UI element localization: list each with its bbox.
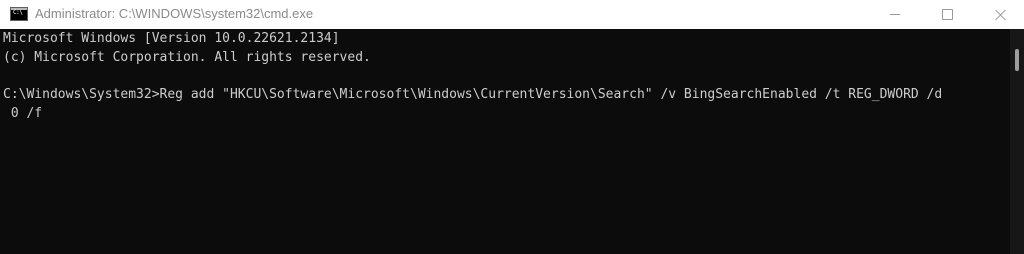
console-command-continuation: 0 /f [3,106,43,121]
window-title: Administrator: C:\WINDOWS\system32\cmd.e… [35,6,314,21]
console-output[interactable]: Microsoft Windows [Version 10.0.22621.21… [0,29,1010,254]
vertical-scrollbar[interactable] [1010,29,1024,254]
maximize-button[interactable] [924,0,970,29]
cmd-window: C:\ Administrator: C:\WINDOWS\system32\c… [0,0,1024,254]
icon-label: C:\ [13,9,23,16]
scrollbar-thumb[interactable] [1015,49,1019,71]
cmd-icon[interactable]: C:\ [10,7,28,21]
minimize-button[interactable] [872,0,918,29]
console-command-line: C:\Windows\System32>Reg add "HKCU\Softwa… [3,87,943,102]
console-line: (c) Microsoft Corporation. All rights re… [3,50,371,65]
minimize-icon [890,14,900,15]
title-bar[interactable]: C:\ Administrator: C:\WINDOWS\system32\c… [0,0,1024,29]
console-line: Microsoft Windows [Version 10.0.22621.21… [3,31,340,46]
maximize-icon [941,9,953,20]
close-icon [995,9,1007,21]
close-button[interactable] [978,0,1024,29]
